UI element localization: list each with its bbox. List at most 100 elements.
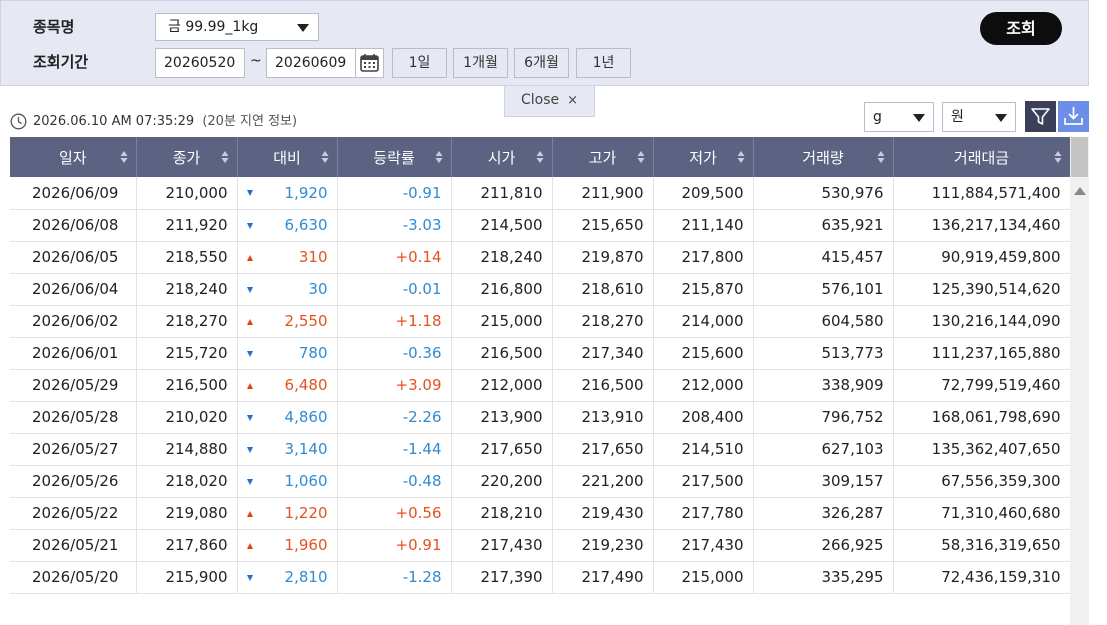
- unit-currency-select[interactable]: 원: [942, 102, 1016, 132]
- rate-cell-value: -3.03: [402, 216, 442, 234]
- table-row[interactable]: 2026/05/21 217,860 1,960 +0.91 217,430 219,23…: [10, 529, 1071, 562]
- table-row[interactable]: 2026/06/01 215,720 780 -0.36 216,500 217,340 2…: [10, 337, 1071, 370]
- timestamp-row: 2026.06.10 AM 07:35:29 (20분 지연 정보): [10, 110, 297, 130]
- low-cell: 214,000: [653, 305, 754, 338]
- close-cell: 216,500: [136, 369, 238, 402]
- period-label: 조회기간: [33, 53, 89, 71]
- table-row[interactable]: 2026/05/26 218,020 1,060 -0.48 220,200 221,20…: [10, 465, 1071, 498]
- volume-cell-value: 604,580: [821, 312, 884, 330]
- open-cell-value: 216,800: [480, 280, 543, 298]
- amount-cell: 136,217,134,460: [893, 209, 1071, 242]
- table-row[interactable]: 2026/06/08 211,920 6,630 -3.03 214,500 215,65…: [10, 209, 1071, 242]
- rate-cell: -0.36: [337, 337, 452, 370]
- filter-button[interactable]: [1025, 101, 1056, 132]
- period-1day-button[interactable]: 1일: [392, 48, 447, 78]
- table-row[interactable]: 2026/06/09 210,000 1,920 -0.91 211,810 211,90…: [10, 177, 1071, 210]
- diff-cell-value: 30: [308, 280, 328, 298]
- download-button[interactable]: [1058, 101, 1089, 132]
- calendar-button[interactable]: [355, 48, 384, 78]
- close-cell-value: 210,020: [165, 408, 228, 426]
- amount-cell-value: 111,237,165,880: [931, 344, 1061, 362]
- date-cell-value: 2026/05/29: [32, 376, 119, 394]
- high-cell: 217,490: [552, 561, 654, 594]
- period-1year-button[interactable]: 1년: [576, 48, 631, 78]
- amount-cell: 111,237,165,880: [893, 337, 1071, 370]
- column-header[interactable]: 거래량: [753, 137, 894, 177]
- volume-cell: 415,457: [753, 241, 894, 274]
- open-cell-value: 211,810: [480, 183, 543, 202]
- high-cell: 213,910: [552, 401, 654, 434]
- triangle-down-icon: [246, 190, 253, 196]
- volume-cell-value: 338,909: [821, 376, 884, 394]
- high-cell: 217,650: [552, 433, 654, 466]
- table-row[interactable]: 2026/05/27 214,880 3,140 -1.44 217,650 217,65…: [10, 433, 1071, 466]
- scrollbar[interactable]: [1070, 137, 1089, 625]
- date-cell-value: 2026/06/08: [32, 216, 119, 234]
- volume-cell: 796,752: [753, 401, 894, 434]
- close-panel-button[interactable]: Close ×: [504, 86, 595, 117]
- item-select[interactable]: 금 99.99_1kg: [155, 13, 319, 41]
- column-header[interactable]: 저가: [653, 137, 754, 177]
- triangle-up-icon: [246, 382, 253, 389]
- date-cell-value: 2026/06/04: [32, 280, 119, 298]
- low-cell-value: 217,430: [681, 536, 744, 554]
- table-body: 2026/06/09 210,000 1,920 -0.91 211,810 211,90…: [10, 177, 1071, 594]
- scroll-up-icon[interactable]: [1074, 187, 1086, 195]
- low-cell-value: 212,000: [681, 376, 744, 394]
- column-header[interactable]: 등락률: [337, 137, 452, 177]
- table-row[interactable]: 2026/05/22 219,080 1,220 +0.56 218,210 219,43…: [10, 497, 1071, 530]
- period-1month-button[interactable]: 1개월: [453, 48, 508, 78]
- column-header[interactable]: 거래대금: [893, 137, 1071, 177]
- open-cell: 211,810: [451, 177, 553, 210]
- unit-weight-select[interactable]: g: [864, 102, 934, 132]
- date-from-input[interactable]: 20260520: [155, 48, 245, 78]
- price-table: 일자 종가 대비 등락률 시가 고가 저가 거래량 거래대금 2026/06/0…: [10, 137, 1071, 594]
- rate-cell-value: +3.09: [395, 376, 442, 394]
- sort-icon: [120, 151, 127, 163]
- table-row[interactable]: 2026/06/05 218,550 310 +0.14 218,240 219,870 2…: [10, 241, 1071, 274]
- rate-cell-value: -0.48: [402, 472, 442, 490]
- diff-cell-value: 2,550: [284, 312, 328, 330]
- triangle-up-icon: [246, 318, 253, 325]
- date-cell: 2026/06/02: [10, 305, 137, 338]
- close-cell-value: 211,920: [165, 216, 228, 234]
- close-cell: 215,720: [136, 337, 238, 370]
- sort-icon: [221, 151, 228, 163]
- table-row[interactable]: 2026/06/04 218,240 30 -0.01 216,800 218,610 21…: [10, 273, 1071, 306]
- period-6month-button[interactable]: 6개월: [514, 48, 569, 78]
- low-cell-value: 211,140: [681, 216, 744, 234]
- column-header[interactable]: 고가: [552, 137, 654, 177]
- table-row[interactable]: 2026/05/29 216,500 6,480 +3.09 212,000 216,50…: [10, 369, 1071, 402]
- diff-cell-value: 1,920: [284, 183, 328, 202]
- triangle-down-icon: [246, 350, 253, 357]
- query-button[interactable]: 조회: [980, 12, 1062, 45]
- date-cell: 2026/06/08: [10, 209, 137, 242]
- open-cell-value: 218,210: [480, 504, 543, 522]
- low-cell: 215,600: [653, 337, 754, 370]
- table-row[interactable]: 2026/06/02 218,270 2,550 +1.18 215,000 218,27…: [10, 305, 1071, 338]
- diff-cell: 780: [237, 337, 338, 370]
- diff-cell-value: 6,480: [284, 376, 328, 394]
- open-cell-value: 212,000: [480, 376, 543, 394]
- table-row[interactable]: 2026/05/28 210,020 4,860 -2.26 213,900 213,91…: [10, 401, 1071, 434]
- column-header[interactable]: 시가: [451, 137, 553, 177]
- table-row[interactable]: 2026/05/20 215,900 2,810 -1.28 217,390 217,49…: [10, 561, 1071, 594]
- high-cell-value: 211,900: [581, 183, 644, 202]
- volume-cell-value: 513,773: [821, 344, 884, 362]
- sort-icon: [877, 151, 884, 163]
- volume-cell-value: 335,295: [821, 568, 884, 586]
- scrollbar-thumb[interactable]: [1071, 137, 1088, 177]
- open-cell-value: 217,390: [480, 568, 543, 586]
- high-cell-value: 219,870: [581, 248, 644, 266]
- rate-cell-value: -0.91: [402, 183, 442, 202]
- date-to-input[interactable]: 20260609: [266, 48, 356, 78]
- diff-cell-value: 6,630: [284, 216, 328, 234]
- date-cell: 2026/06/01: [10, 337, 137, 370]
- column-header[interactable]: 일자: [10, 137, 137, 177]
- column-header[interactable]: 종가: [136, 137, 238, 177]
- rate-cell: +0.14: [337, 241, 452, 274]
- open-cell-value: 218,240: [480, 248, 543, 266]
- triangle-down-icon: [246, 414, 253, 421]
- date-cell: 2026/05/20: [10, 561, 137, 594]
- column-header[interactable]: 대비: [237, 137, 338, 177]
